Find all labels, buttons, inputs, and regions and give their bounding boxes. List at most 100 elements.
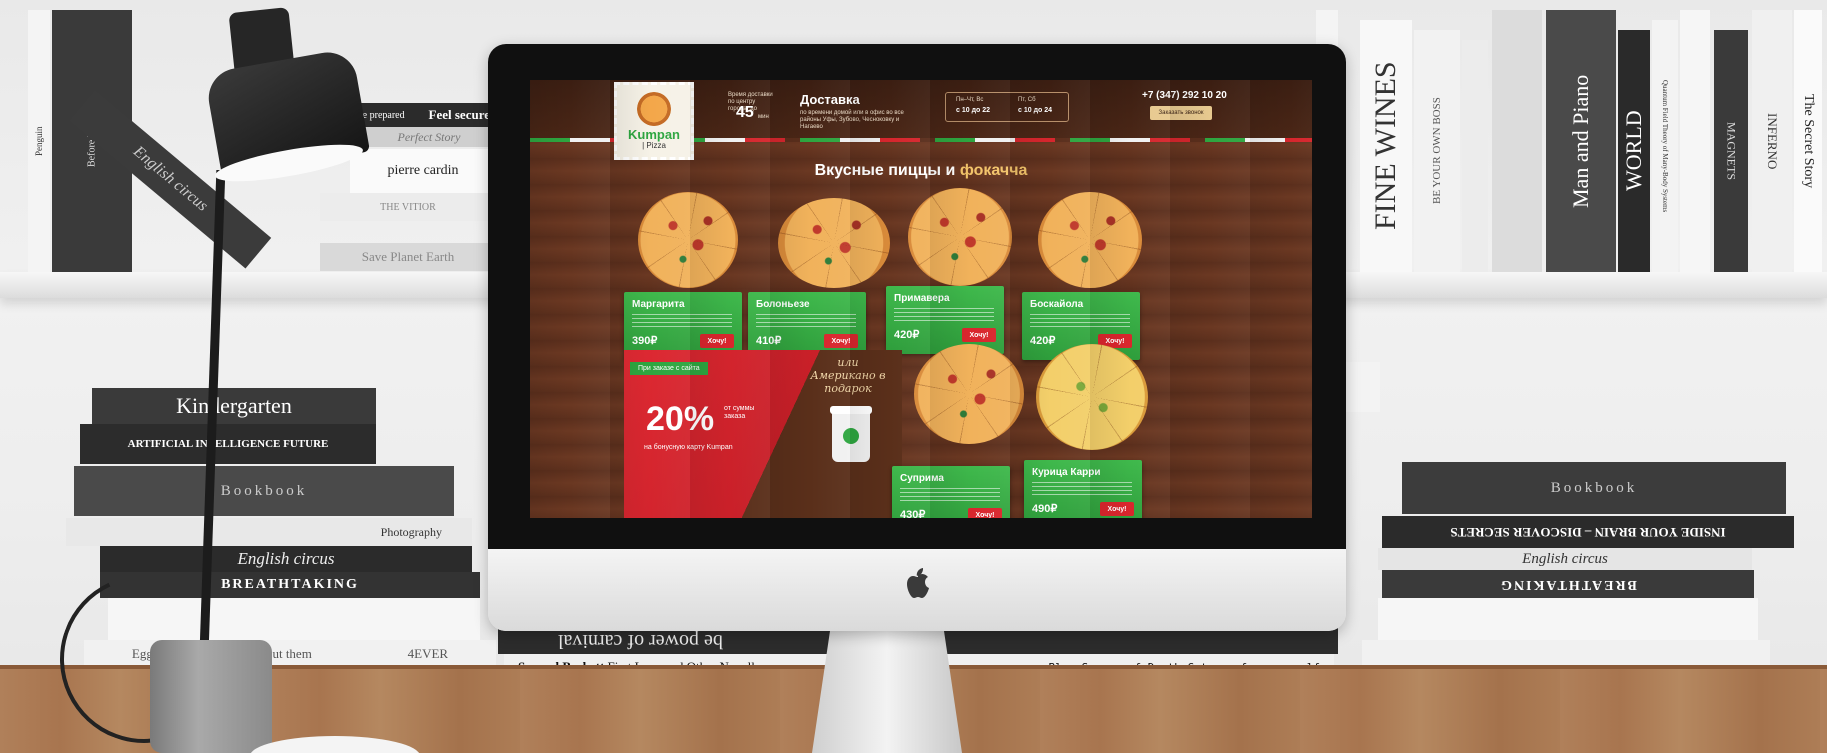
- book-title: Feel secure: [428, 107, 490, 122]
- site-logo[interactable]: Kumpan | Pizza: [614, 82, 694, 160]
- book-spine: [1340, 362, 1380, 412]
- pizza-price: 420₽: [894, 329, 920, 341]
- pizza-price: 490₽: [1032, 503, 1058, 515]
- pizza-price: 430₽: [900, 509, 926, 518]
- phone-number[interactable]: +7 (347) 292 10 20: [1142, 90, 1227, 101]
- book-title: Kindergarten: [176, 393, 292, 418]
- book-title: 4EVER: [407, 646, 449, 661]
- pizza-image[interactable]: [778, 198, 890, 288]
- book-title: INSIDE YOUR BRAIN – DISCOVER SECRETS: [1450, 525, 1726, 540]
- book: MAGNETS: [1714, 30, 1748, 272]
- book-title: ARTIFICIAL INTELLIGENCE FUTURE: [127, 438, 329, 450]
- book-spine: Photography: [66, 518, 472, 546]
- pizza-card[interactable]: Примавера 420₽ Хочу!: [886, 286, 1004, 354]
- section-title-accent: фокачча: [959, 162, 1028, 179]
- pizza-price: 410₽: [756, 335, 782, 347]
- brand-subtitle: | Pizza: [642, 141, 666, 150]
- pizza-image[interactable]: [1036, 344, 1148, 450]
- book-spine: Kindergarten: [92, 388, 376, 424]
- photo-scene: Penguin Before I Fall Be prepared Feel s…: [0, 0, 1827, 753]
- pizza-price: 420₽: [1030, 335, 1056, 347]
- hours-days: Пн–Чт, Вс: [956, 97, 984, 103]
- order-button[interactable]: Хочу!: [824, 334, 858, 348]
- pizza-description: [900, 488, 1000, 502]
- book-title: BREATHTAKING: [1499, 577, 1637, 592]
- book-title: INFERNO: [1765, 112, 1780, 170]
- pizza-image[interactable]: [1038, 192, 1142, 288]
- pizza-image[interactable]: [908, 188, 1012, 286]
- hours-days: Пт, Сб: [1018, 97, 1036, 103]
- book-title: English circus: [237, 549, 335, 568]
- book-title: English circus: [1522, 550, 1608, 567]
- book-spine: INSIDE YOUR BRAIN – DISCOVER SECRETS: [1382, 516, 1794, 548]
- delivery-time-value: 45: [736, 104, 754, 121]
- monitor-stand: [812, 631, 962, 753]
- pizza-card[interactable]: Курица Карри 490₽ Хочу!: [1024, 460, 1142, 518]
- book: The Secret Story: [1794, 10, 1822, 272]
- opening-hours: Пн–Чт, Вс с 10 до 22 Пт, Сб с 10 до 24: [945, 92, 1069, 122]
- promo-percent-note: от суммы заказа: [724, 405, 755, 420]
- book: [1492, 10, 1542, 272]
- pizza-description: [632, 314, 732, 328]
- book-title: The Secret Story: [1801, 93, 1816, 189]
- book-spine: Save Planet Earth: [320, 243, 496, 271]
- section-title: Вкусные пиццы и фокачча: [530, 162, 1312, 180]
- book-title: FINE WINES: [1369, 61, 1402, 231]
- coffee-cup-icon: [830, 406, 872, 462]
- hours-time: с 10 до 24: [1018, 107, 1053, 114]
- book-spine: English circus: [100, 546, 472, 572]
- book-spine: Bookbook: [74, 466, 454, 516]
- book-spine: Bookbook: [1402, 462, 1786, 514]
- book: BE YOUR OWN BOSS: [1414, 30, 1460, 272]
- book-title: pierre cardin: [387, 163, 459, 178]
- order-button[interactable]: Хочу!: [968, 508, 1002, 518]
- promo-banner[interactable]: При заказе с сайта 20% от суммы заказа н…: [624, 350, 902, 518]
- pizza-name: Примавера: [894, 293, 950, 304]
- book: [1462, 40, 1488, 272]
- pizza-logo-icon: [637, 92, 671, 126]
- promo-percent: 20%: [646, 400, 715, 438]
- book: [1680, 10, 1710, 272]
- book-spine: Be prepared Feel secure: [350, 103, 496, 127]
- book-title: Perfect Story: [397, 129, 461, 144]
- pizza-description: [756, 314, 856, 328]
- lamp-base: [150, 640, 272, 753]
- website-screen: Время доставки по центру города: до 45 м…: [530, 80, 1312, 518]
- book: FINE WINES: [1360, 20, 1412, 272]
- book: Quantum Field Theory of Many-Body System…: [1652, 20, 1678, 272]
- promo-label: При заказе с сайта: [630, 362, 708, 375]
- order-button[interactable]: Хочу!: [700, 334, 734, 348]
- book-title: Man and Piano: [1568, 74, 1593, 208]
- book-spine: pierre cardin: [350, 149, 496, 193]
- pizza-name: Маргарита: [632, 299, 685, 310]
- delivery-title: Доставка: [800, 92, 860, 107]
- pizza-image[interactable]: [638, 192, 738, 288]
- pizza-description: [894, 308, 994, 322]
- pizza-name: Болоньезе: [756, 299, 810, 310]
- promo-card-note: на бонусную карту Kumpan: [644, 444, 733, 451]
- book: WORLD: [1618, 30, 1650, 272]
- book-spine: [1378, 598, 1758, 640]
- callback-button[interactable]: Заказать звонок: [1150, 106, 1212, 120]
- pizza-image[interactable]: [914, 344, 1024, 444]
- book-title: be power of carnival: [558, 630, 723, 653]
- book-title: Quantum Field Theory of Many-Body System…: [1661, 79, 1669, 213]
- book-title: Photography: [380, 524, 442, 539]
- apple-logo-icon: [907, 568, 929, 598]
- book: Man and Piano: [1546, 10, 1616, 272]
- book-title: BREATHTAKING: [221, 577, 359, 592]
- pizza-name: Курица Карри: [1032, 467, 1101, 478]
- book: INFERNO: [1752, 10, 1792, 272]
- brand-name: Kumpan: [628, 127, 680, 142]
- book-spine: English circus: [1378, 548, 1752, 570]
- pizza-price: 390₽: [632, 335, 658, 347]
- section-title-text: Вкусные пиццы и: [814, 162, 960, 179]
- pizza-name: Суприма: [900, 473, 944, 484]
- pizza-name: Боскайола: [1030, 299, 1084, 310]
- delivery-time-unit: мин: [758, 114, 769, 120]
- order-button[interactable]: Хочу!: [1100, 502, 1134, 516]
- book: Penguin: [28, 10, 50, 272]
- book-spine: ARTIFICIAL INTELLIGENCE FUTURE: [80, 424, 376, 464]
- order-button[interactable]: Хочу!: [962, 328, 996, 342]
- pizza-card[interactable]: Суприма 430₽ Хочу!: [892, 466, 1010, 518]
